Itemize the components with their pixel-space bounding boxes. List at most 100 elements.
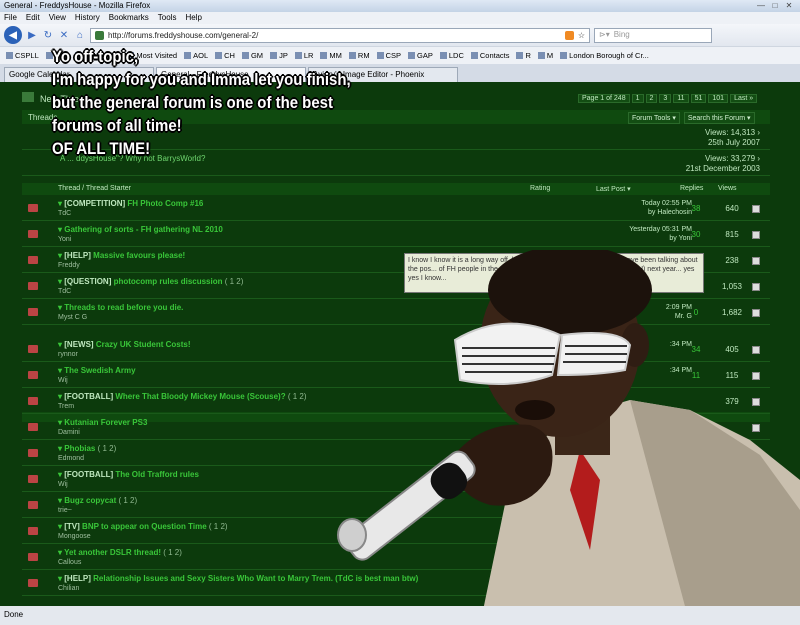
thread-title-line[interactable]: ▾ [FOOTBALL] Where That Bloody Mickey Mo… — [58, 392, 307, 401]
menu-file[interactable]: File — [4, 13, 17, 23]
thread-title[interactable]: Yet another DSLR thread! — [64, 548, 161, 557]
bookmark-item[interactable]: R — [516, 51, 530, 60]
thread-row[interactable]: ▾ [COMPETITION] FH Photo Comp #16 TdC Tod… — [22, 196, 770, 221]
col-thread[interactable]: Thread / Thread Starter — [58, 185, 131, 192]
home-icon[interactable]: ⌂ — [74, 30, 86, 41]
page-link[interactable]: 2 — [645, 94, 658, 103]
bookmark-item[interactable]: CSPLL — [6, 51, 39, 60]
menu-history[interactable]: History — [75, 13, 100, 23]
forum-tools-menu[interactable]: Forum Tools ▾ — [628, 112, 680, 124]
rss-feed-icon[interactable] — [564, 30, 574, 40]
bookmark-star-icon[interactable]: ☆ — [578, 31, 585, 40]
thread-pages[interactable]: ( 1 2) — [288, 392, 307, 401]
minimize-button[interactable]: — — [754, 1, 768, 10]
thread-title[interactable]: The Old Trafford rules — [115, 470, 199, 479]
thread-author[interactable]: TdC — [58, 288, 71, 295]
menu-edit[interactable]: Edit — [26, 13, 40, 23]
thread-title-line[interactable]: ▾ [TV] BNP to appear on Question Time ( … — [58, 522, 228, 531]
thread-title[interactable]: The Swedish Army — [64, 366, 135, 375]
thread-title-line[interactable]: ▾ [QUESTION] photocomp rules discussion … — [58, 277, 243, 286]
thread-title-line[interactable]: ▾ [NEWS] Crazy UK Student Costs! — [58, 340, 191, 349]
thread-pages[interactable]: ( 1 2) — [163, 548, 182, 557]
menu-view[interactable]: View — [49, 13, 66, 23]
thread-author[interactable]: trie~ — [58, 507, 72, 514]
reply-count[interactable]: 30 — [682, 230, 710, 239]
thread-author[interactable]: Trem — [58, 403, 74, 410]
thread-title[interactable]: Massive favours please! — [93, 251, 185, 260]
thread-title[interactable]: Phobias — [64, 444, 95, 453]
thread-select-checkbox[interactable] — [752, 205, 760, 213]
thread-title-line[interactable]: ▾ [HELP] Massive favours please! — [58, 251, 185, 260]
thread-title-line[interactable]: ▾ [FOOTBALL] The Old Trafford rules — [58, 470, 199, 479]
thread-author[interactable]: Myst C G — [58, 314, 87, 321]
thread-author[interactable]: Wij — [58, 377, 68, 384]
reload-icon[interactable]: ↻ — [42, 30, 54, 41]
thread-title-line[interactable]: ▾ [COMPETITION] FH Photo Comp #16 — [58, 199, 203, 208]
thread-author[interactable]: Callous — [58, 559, 81, 566]
thread-status-icon — [28, 397, 38, 405]
new-thread-icon[interactable] — [22, 92, 34, 102]
url-bar[interactable]: http://forums.freddyshouse.com/general-2… — [90, 27, 590, 43]
thread-author[interactable]: Yoni — [58, 236, 71, 243]
col-replies[interactable]: Replies — [680, 185, 703, 192]
caption-line: OF ALL TIME! — [52, 139, 151, 158]
thread-title[interactable]: Kutanian Forever PS3 — [64, 418, 147, 427]
thread-status-icon — [28, 308, 38, 316]
browser-window: General - FreddysHouse - Mozilla Firefox… — [0, 0, 800, 625]
thread-title[interactable]: FH Photo Comp #16 — [127, 199, 203, 208]
page-link[interactable]: 101 — [708, 94, 729, 103]
thread-title-line[interactable]: ▾ Threads to read before you die. — [58, 303, 183, 312]
menu-help[interactable]: Help — [185, 13, 201, 23]
thread-pages[interactable]: ( 1 2) — [119, 496, 138, 505]
maximize-button[interactable]: □ — [768, 1, 782, 10]
page-link[interactable]: 11 — [673, 94, 689, 103]
thread-author[interactable]: Wij — [58, 481, 68, 488]
thread-author[interactable]: Mongoose — [58, 533, 91, 540]
back-arrow-icon[interactable]: ◀ — [4, 26, 22, 44]
col-views[interactable]: Views — [718, 185, 737, 192]
thread-title[interactable]: Crazy UK Student Costs! — [96, 340, 191, 349]
thread-title-line[interactable]: ▾ Bugz copycat ( 1 2) — [58, 496, 137, 505]
bookmark-item[interactable]: M — [538, 51, 553, 60]
thread-title-line[interactable]: ▾ Gathering of sorts - FH gathering NL 2… — [58, 225, 223, 234]
thread-title[interactable]: Where That Bloody Mickey Mouse (Scouse)? — [115, 392, 285, 401]
page-last-link[interactable]: Last » — [730, 94, 758, 103]
thread-title-line[interactable]: ▾ The Swedish Army — [58, 366, 136, 375]
page-link[interactable]: 51 — [690, 94, 707, 103]
stop-icon[interactable]: ✕ — [58, 30, 70, 41]
thread-author[interactable]: rynnor — [58, 351, 78, 358]
thread-pages[interactable]: ( 1 2) — [98, 444, 117, 453]
bookmark-item[interactable]: LDC — [440, 51, 464, 60]
col-last-post[interactable]: Last Post ▾ — [596, 185, 631, 193]
thread-select-checkbox[interactable] — [752, 231, 760, 239]
thread-pages[interactable]: ( 1 2) — [209, 522, 228, 531]
bookmark-item[interactable]: London Borough of Cr... — [560, 51, 649, 60]
thread-title-line[interactable]: ▾ Phobias ( 1 2) — [58, 444, 116, 453]
col-rating[interactable]: Rating — [530, 185, 550, 192]
menu-tools[interactable]: Tools — [158, 13, 177, 23]
thread-title-line[interactable]: ▾ Yet another DSLR thread! ( 1 2) — [58, 548, 182, 557]
thread-title-line[interactable]: ▾ Kutanian Forever PS3 — [58, 418, 147, 427]
reply-count[interactable]: 38 — [682, 204, 710, 213]
forward-arrow-icon[interactable]: ▶ — [26, 30, 38, 41]
thread-author[interactable]: Chilian — [58, 585, 79, 592]
page-link[interactable]: 1 — [631, 94, 644, 103]
thread-title[interactable]: photocomp rules discussion — [114, 277, 223, 286]
menu-bookmarks[interactable]: Bookmarks — [109, 13, 149, 23]
search-engine-icon[interactable]: ⊳▾ — [599, 30, 610, 41]
thread-pages[interactable]: ( 1 2) — [225, 277, 244, 286]
page-link[interactable]: 3 — [659, 94, 672, 103]
thread-author[interactable]: Freddy — [58, 262, 80, 269]
thread-title[interactable]: Bugz copycat — [64, 496, 116, 505]
thread-author[interactable]: Damini — [58, 429, 80, 436]
search-forum-menu[interactable]: Search this Forum ▾ — [683, 112, 755, 124]
thread-row[interactable]: ▾ Gathering of sorts - FH gathering NL 2… — [22, 222, 770, 247]
thread-title[interactable]: BNP to appear on Question Time — [82, 522, 207, 531]
bookmark-item[interactable]: Contacts — [471, 51, 510, 60]
thread-title[interactable]: Gathering of sorts - FH gathering NL 201… — [64, 225, 223, 234]
close-button[interactable]: ✕ — [782, 1, 796, 10]
thread-author[interactable]: Edmond — [58, 455, 84, 462]
thread-title[interactable]: Threads to read before you die. — [64, 303, 183, 312]
thread-author[interactable]: TdC — [58, 210, 71, 217]
search-input[interactable]: ⊳▾ Bing — [594, 27, 712, 43]
